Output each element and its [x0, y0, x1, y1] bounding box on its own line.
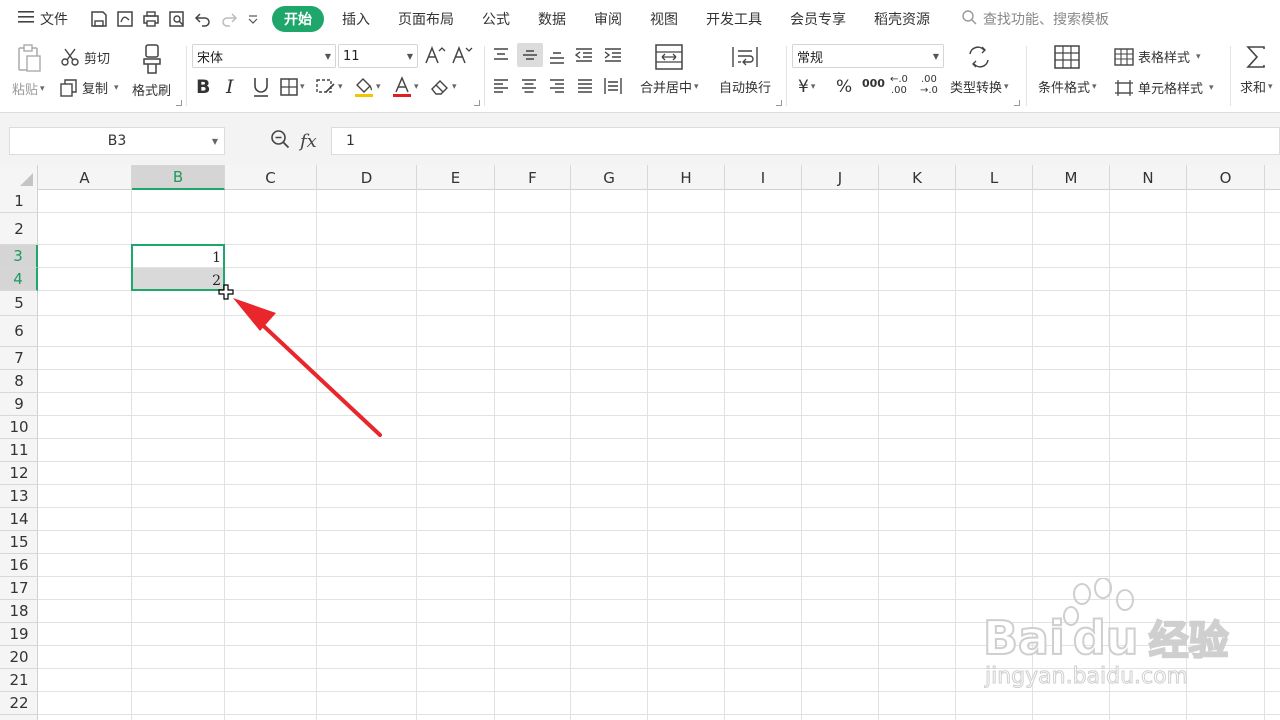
baidu-watermark: Bai du 经验 jingyan.baidu.com	[975, 577, 1235, 698]
watermark-brand2: du	[1072, 610, 1140, 666]
watermark-brand-cn: 经验	[1148, 617, 1230, 665]
watermark-url: jingyan.baidu.com	[984, 664, 1189, 690]
watermark-brand: Bai	[982, 610, 1066, 666]
